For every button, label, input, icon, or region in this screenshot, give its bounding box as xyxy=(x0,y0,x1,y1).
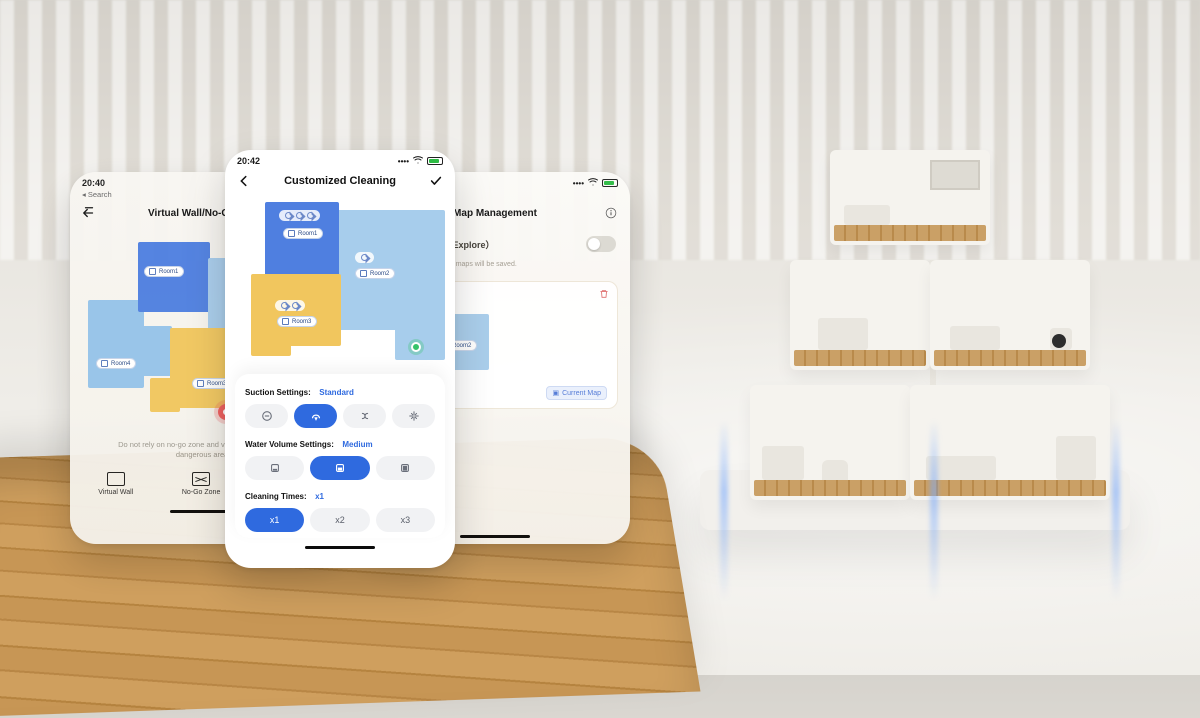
cycle-indicator xyxy=(275,300,305,311)
cycle-indicator xyxy=(279,210,320,221)
times-x1[interactable]: x1 xyxy=(245,508,304,532)
cycle-indicator xyxy=(355,252,374,263)
water-low[interactable] xyxy=(245,456,304,480)
suction-quiet[interactable] xyxy=(245,404,288,428)
confirm-icon[interactable] xyxy=(429,174,443,188)
settings-panel: Suction Settings: Standard xyxy=(235,374,445,538)
water-setting: Water Volume Settings: Medium xyxy=(245,434,435,480)
delete-map-icon[interactable] xyxy=(599,289,609,299)
back-icon[interactable] xyxy=(237,174,251,188)
home-indicator xyxy=(305,546,375,549)
suction-standard[interactable] xyxy=(294,404,337,428)
status-bar: 20:42 •••• xyxy=(225,150,455,168)
times-x3[interactable]: x3 xyxy=(376,508,435,532)
flag-icon: ▣ xyxy=(552,390,559,397)
suction-setting: Suction Settings: Standard xyxy=(245,382,435,428)
room-tag[interactable]: Room2 xyxy=(355,268,395,279)
tab-no-go-zone[interactable]: No-Go Zone xyxy=(182,472,221,496)
battery-icon xyxy=(602,179,618,187)
wifi-icon xyxy=(413,156,423,166)
status-time: 20:40 xyxy=(82,178,105,188)
screen-title: Map Management xyxy=(453,208,537,219)
info-icon[interactable] xyxy=(604,206,618,220)
room-tag[interactable]: Room3 xyxy=(277,316,317,327)
water-high[interactable] xyxy=(376,456,435,480)
signal-icon: •••• xyxy=(398,157,409,166)
water-medium[interactable] xyxy=(310,456,369,480)
times-setting: Cleaning Times: x1 x1 x2 x3 xyxy=(245,486,435,532)
times-x2[interactable]: x2 xyxy=(310,508,369,532)
screen-title: Customized Cleaning xyxy=(284,175,396,187)
room-tag[interactable]: Room1 xyxy=(283,228,323,239)
status-time: 20:42 xyxy=(237,156,260,166)
dollhouse-illustration xyxy=(750,150,1110,530)
floor-plan-map[interactable]: Room1 Room2 Room3 xyxy=(235,196,445,366)
room-tag[interactable]: Room1 xyxy=(144,266,184,277)
back-icon[interactable] xyxy=(82,206,96,220)
battery-icon xyxy=(427,157,443,165)
suction-max[interactable] xyxy=(392,404,435,428)
robot-location-icon xyxy=(411,342,421,352)
room-tag[interactable]: Room4 xyxy=(96,358,136,369)
wifi-icon xyxy=(588,178,598,188)
title-bar: Customized Cleaning xyxy=(225,168,455,196)
tab-virtual-wall[interactable]: Virtual Wall xyxy=(98,472,133,496)
current-map-badge: ▣Current Map xyxy=(546,386,607,400)
phone-customized-cleaning: 20:42 •••• Customized Cleaning xyxy=(225,150,455,568)
home-indicator xyxy=(460,535,530,538)
suction-strong[interactable] xyxy=(343,404,386,428)
signal-icon: •••• xyxy=(573,179,584,188)
multifloor-switch[interactable] xyxy=(586,236,616,252)
phone-mockups: 20:40 •••• ◂ Search Virtual Wall/No-Go Z… xyxy=(70,160,600,590)
